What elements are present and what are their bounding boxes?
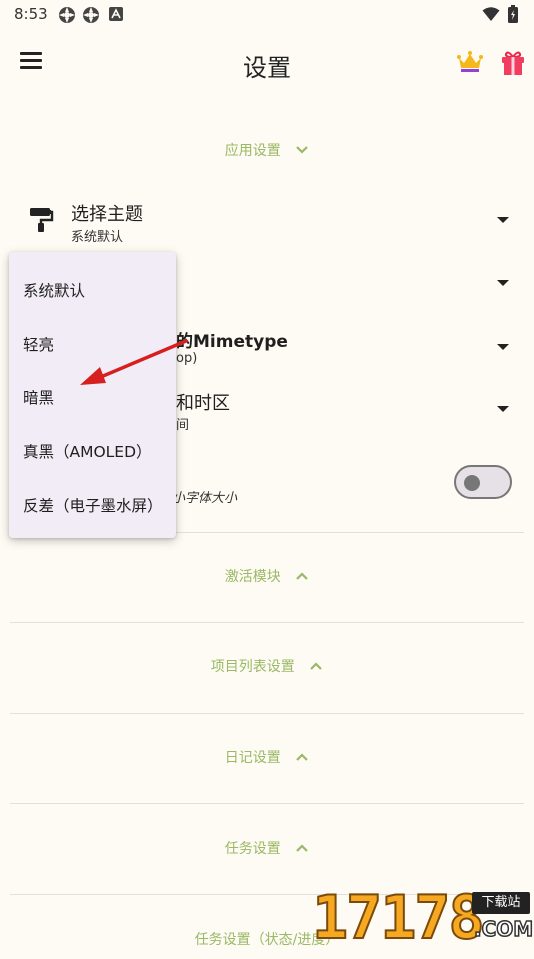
divider xyxy=(10,713,524,714)
divider xyxy=(10,622,524,623)
section-app-settings[interactable]: 应用设置 xyxy=(0,140,534,170)
theme-option-dark[interactable]: 暗黑 xyxy=(23,386,54,408)
section-modules[interactable]: 激活模块 xyxy=(0,566,534,596)
divider xyxy=(10,803,524,804)
menu-icon[interactable] xyxy=(20,52,42,72)
section-label: 激活模块 xyxy=(224,569,281,585)
watermark-domain: .COM xyxy=(473,916,534,942)
gift-icon[interactable] xyxy=(500,50,526,76)
watermark-number: 17178 xyxy=(311,883,486,953)
chevron-up-icon xyxy=(310,662,322,670)
status-bar: 8:53 xyxy=(0,0,534,28)
mimetype-setting-row[interactable]: 的Mimetype op) xyxy=(176,327,534,371)
crown-icon[interactable] xyxy=(457,50,483,74)
watermark-tag: 下载站 xyxy=(472,892,530,914)
timezone-setting-row[interactable]: 和时区 间 xyxy=(176,389,534,433)
section-tasks[interactable]: 任务设置 xyxy=(0,838,534,868)
dropdown-arrow-icon xyxy=(497,217,509,223)
font-size-toggle[interactable] xyxy=(454,465,512,499)
theme-option-system[interactable]: 系统默认 xyxy=(23,279,85,301)
section-diary[interactable]: 日记设置 xyxy=(0,747,534,777)
annotation-arrow-icon xyxy=(80,339,188,385)
dropdown-arrow-icon xyxy=(497,406,509,412)
section-label: 日记设置 xyxy=(224,750,281,766)
theme-setting-row[interactable]: 选择主题 系统默认 xyxy=(0,195,534,245)
toggle-knob xyxy=(464,475,480,491)
chevron-up-icon xyxy=(296,844,308,852)
font-size-sub: 小字体大小 xyxy=(172,491,238,506)
theme-option-amoled[interactable]: 真黑（AMOLED） xyxy=(23,440,152,462)
paint-roller-icon xyxy=(30,208,54,232)
dropdown-arrow-icon xyxy=(497,344,509,350)
theme-title: 选择主题 xyxy=(71,204,143,225)
status-time: 8:53 xyxy=(14,5,48,23)
section-label: 应用设置 xyxy=(224,143,281,159)
section-label: 任务设置 xyxy=(224,841,281,857)
battery-icon xyxy=(508,5,518,23)
chevron-down-icon xyxy=(296,146,308,154)
app-notification-icon-2 xyxy=(83,7,99,23)
chevron-up-icon xyxy=(296,572,308,580)
wifi-icon xyxy=(482,7,500,21)
section-project-list[interactable]: 项目列表设置 xyxy=(0,656,534,686)
font-notification-icon xyxy=(109,7,123,21)
timezone-title: 和时区 xyxy=(176,393,230,414)
dropdown-arrow-icon[interactable] xyxy=(497,280,509,286)
theme-option-contrast[interactable]: 反差（电子墨水屏） xyxy=(23,494,163,516)
section-label: 项目列表设置 xyxy=(210,659,295,675)
timezone-sub: 间 xyxy=(176,418,190,433)
theme-dropdown-menu: 系统默认 轻亮 暗黑 真黑（AMOLED） 反差（电子墨水屏） xyxy=(9,252,176,538)
app-notification-icon xyxy=(59,7,75,23)
chevron-up-icon xyxy=(296,753,308,761)
page-title: 设置 xyxy=(243,54,291,82)
theme-value: 系统默认 xyxy=(71,230,124,245)
theme-option-light[interactable]: 轻亮 xyxy=(23,333,54,355)
